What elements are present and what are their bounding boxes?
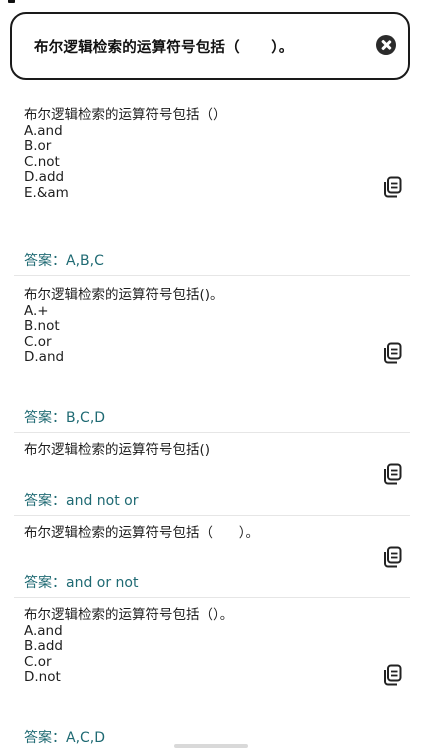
answer-text: 答案：B,C,D (24, 410, 106, 426)
list-item[interactable]: 布尔逻辑检索的运算符号包括（ ）。 答案：and or not (0, 516, 424, 598)
close-circle-icon[interactable] (376, 35, 396, 55)
list-item[interactable]: 布尔逻辑检索的运算符号包括（）。 A.and B.add C.or D.not … (0, 598, 424, 748)
option-line: B.or (24, 138, 52, 154)
status-indicator (8, 0, 15, 3)
option-line: B.not (24, 318, 60, 334)
question-text: 布尔逻辑检索的运算符号包括（）。 A.and B.add C.or D.not (24, 607, 234, 686)
answer-text: 答案：and or not (24, 575, 139, 591)
copy-icon[interactable] (382, 463, 402, 485)
bottom-scroll-handle[interactable] (174, 744, 248, 748)
answer-text: 答案：A,C,D (24, 730, 106, 746)
question-text: 布尔逻辑检索的运算符号包括() (24, 442, 211, 459)
copy-icon[interactable] (382, 546, 402, 568)
list-item[interactable]: 布尔逻辑检索的运算符号包括（） A.and B.or C.not D.add E… (0, 96, 424, 276)
copy-icon[interactable] (382, 664, 402, 686)
option-line: D.not (24, 669, 61, 685)
question-line: 布尔逻辑检索的运算符号包括() (24, 442, 211, 458)
copy-icon[interactable] (382, 342, 402, 364)
search-query-text[interactable]: 布尔逻辑检索的运算符号包括（ ）。 (34, 36, 293, 57)
question-line: 布尔逻辑检索的运算符号包括（ ）。 (24, 525, 259, 541)
option-line: C.not (24, 153, 60, 170)
answer-text: 答案：and not or (24, 493, 139, 509)
search-input[interactable]: 布尔逻辑检索的运算符号包括（ ）。 (10, 12, 410, 80)
option-line: E.&am (24, 184, 69, 201)
question-line: 布尔逻辑检索的运算符号包括()。 (24, 287, 224, 303)
question-text: 布尔逻辑检索的运算符号包括（） A.and B.or C.not D.add E… (24, 107, 227, 201)
question-line: 布尔逻辑检索的运算符号包括（） (24, 107, 227, 123)
question-line: 布尔逻辑检索的运算符号包括（）。 (24, 607, 234, 623)
result-list: 布尔逻辑检索的运算符号包括（） A.and B.or C.not D.add E… (0, 96, 424, 748)
copy-icon[interactable] (382, 176, 402, 198)
option-line: C.or (24, 333, 52, 350)
option-line: D.and (24, 349, 65, 365)
question-text: 布尔逻辑检索的运算符号包括()。 A.+ B.not C.or D.and (24, 287, 224, 366)
answer-text: 答案：A,B,C (24, 253, 104, 269)
option-line: D.add (24, 169, 65, 185)
status-bar-remnant (0, 0, 424, 6)
option-line: B.add (24, 638, 63, 654)
option-line: A.+ (24, 302, 49, 319)
question-text: 布尔逻辑检索的运算符号包括（ ）。 (24, 525, 259, 542)
option-line: C.or (24, 653, 52, 670)
list-item[interactable]: 布尔逻辑检索的运算符号包括() 答案：and not or (0, 433, 424, 516)
list-item[interactable]: 布尔逻辑检索的运算符号包括()。 A.+ B.not C.or D.and 答案… (0, 276, 424, 433)
option-line: A.and (24, 622, 63, 639)
option-line: A.and (24, 122, 63, 139)
